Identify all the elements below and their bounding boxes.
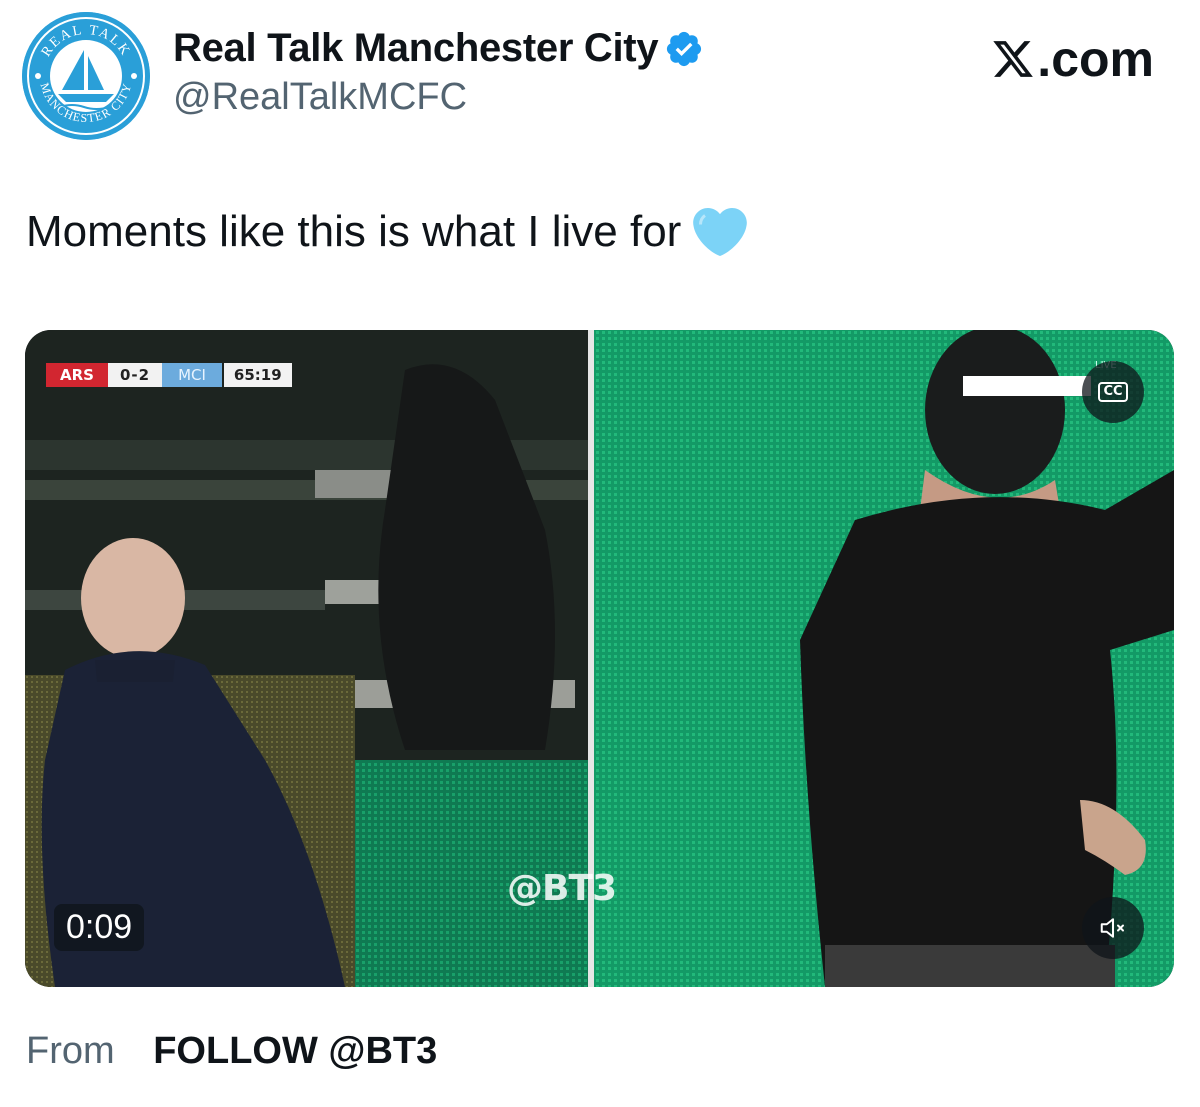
display-name[interactable]: Real Talk Manchester City — [173, 26, 704, 71]
handle[interactable]: @RealTalkMCFC — [173, 76, 467, 119]
video-watermark: @BT3 — [507, 868, 617, 909]
closed-captions-button[interactable]: CC — [1082, 361, 1144, 423]
scoreboard-clock: 65:19 — [223, 363, 292, 387]
attribution-source-link[interactable]: FOLLOW @BT3 — [153, 1030, 437, 1072]
scoreboard: ARS 0-2 MCI 65:19 — [46, 363, 292, 387]
speaker-muted-icon — [1100, 918, 1124, 938]
scoreboard-score: 0-2 — [107, 363, 163, 387]
display-name-text[interactable]: Real Talk Manchester City — [173, 26, 659, 71]
verified-badge-icon — [667, 31, 702, 66]
light-blue-heart-icon — [693, 207, 748, 257]
cc-icon: CC — [1098, 382, 1128, 402]
video-player[interactable]: ARS 0-2 MCI 65:19 LIVE CC @BT3 0:09 — [25, 330, 1174, 987]
attribution-from-label: From — [26, 1030, 115, 1072]
video-timer: 0:09 — [54, 904, 145, 951]
tweet-body: Moments like this is what I live for — [26, 207, 682, 256]
live-caption-bar — [963, 376, 1091, 396]
x-com-brand: .com — [991, 30, 1154, 88]
avatar[interactable]: REAL TALK MANCHESTER CITY — [22, 12, 150, 140]
real-talk-logo: REAL TALK MANCHESTER CITY — [22, 12, 150, 140]
x-logo-icon — [993, 41, 1034, 77]
tweet-text: Moments like this is what I live for — [26, 205, 748, 259]
attribution: From FOLLOW @BT3 — [26, 1030, 437, 1073]
scoreboard-home-team: ARS — [46, 363, 108, 387]
mute-button[interactable] — [1082, 897, 1144, 959]
site-label: .com — [1037, 31, 1154, 87]
scoreboard-away-team: MCI — [162, 363, 222, 387]
